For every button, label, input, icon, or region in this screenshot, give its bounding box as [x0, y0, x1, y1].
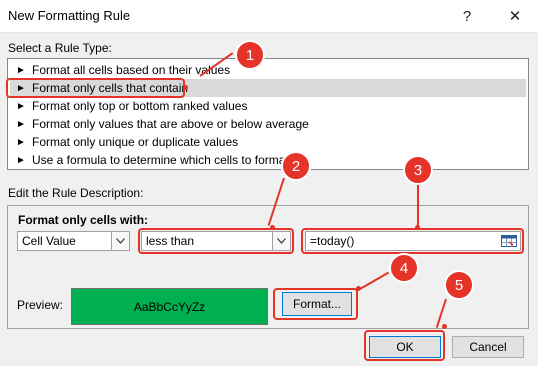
list-item-label: Format only top or bottom ranked values — [32, 99, 248, 113]
cancel-button[interactable]: Cancel — [452, 336, 524, 358]
callout-dot — [356, 286, 361, 291]
rule-description-label: Edit the Rule Description: — [8, 186, 144, 200]
callout-dot — [415, 225, 420, 230]
preview-text: AaBbCcYyZz — [133, 299, 206, 314]
arrow-icon: ► — [16, 154, 26, 166]
callout-leader — [417, 182, 419, 228]
arrow-icon: ► — [16, 64, 26, 76]
callout-5: 5 — [444, 270, 474, 300]
format-only-label: Format only cells with: — [18, 213, 149, 227]
callout-2: 2 — [281, 151, 311, 181]
cell-value-text: Cell Value — [22, 234, 76, 248]
list-item-label: Format only values that are above or bel… — [32, 117, 309, 131]
title-bar: New Formatting Rule ? ✕ — [0, 0, 538, 33]
preview-label: Preview: — [17, 298, 64, 312]
list-item-label: Use a formula to determine which cells t… — [32, 153, 289, 167]
highlight-format-button — [273, 288, 358, 320]
callout-4: 4 — [389, 253, 419, 283]
callout-1: 1 — [235, 40, 265, 70]
arrow-icon: ► — [16, 118, 26, 130]
arrow-icon: ► — [16, 136, 26, 148]
callout-3: 3 — [403, 155, 433, 185]
callout-dot — [183, 85, 188, 90]
arrow-icon: ► — [16, 100, 26, 112]
list-item-label: Format only unique or duplicate values — [32, 135, 239, 149]
rule-type-label: Select a Rule Type: — [8, 41, 112, 55]
cell-value-select[interactable]: Cell Value — [17, 231, 130, 251]
highlight-formula — [301, 228, 524, 254]
highlight-operator — [138, 228, 294, 254]
list-item[interactable]: ► Format only unique or duplicate values — [10, 133, 526, 151]
dialog-title: New Formatting Rule — [8, 8, 131, 23]
preview-box: AaBbCcYyZz — [71, 288, 268, 325]
close-icon[interactable]: ✕ — [502, 4, 528, 28]
list-item[interactable]: ► Format all cells based on their values — [10, 61, 526, 79]
chevron-down-icon[interactable] — [111, 232, 129, 250]
list-item[interactable]: ► Format only top or bottom ranked value… — [10, 97, 526, 115]
help-button[interactable]: ? — [454, 4, 480, 28]
callout-dot — [442, 324, 447, 329]
callout-dot — [270, 225, 275, 230]
rule-type-list[interactable]: ► Format all cells based on their values… — [7, 58, 529, 170]
list-item[interactable]: ► Format only values that are above or b… — [10, 115, 526, 133]
highlight-ok-button — [364, 330, 445, 361]
highlight-rule-type — [6, 78, 185, 98]
list-item[interactable]: ► Use a formula to determine which cells… — [10, 151, 526, 169]
